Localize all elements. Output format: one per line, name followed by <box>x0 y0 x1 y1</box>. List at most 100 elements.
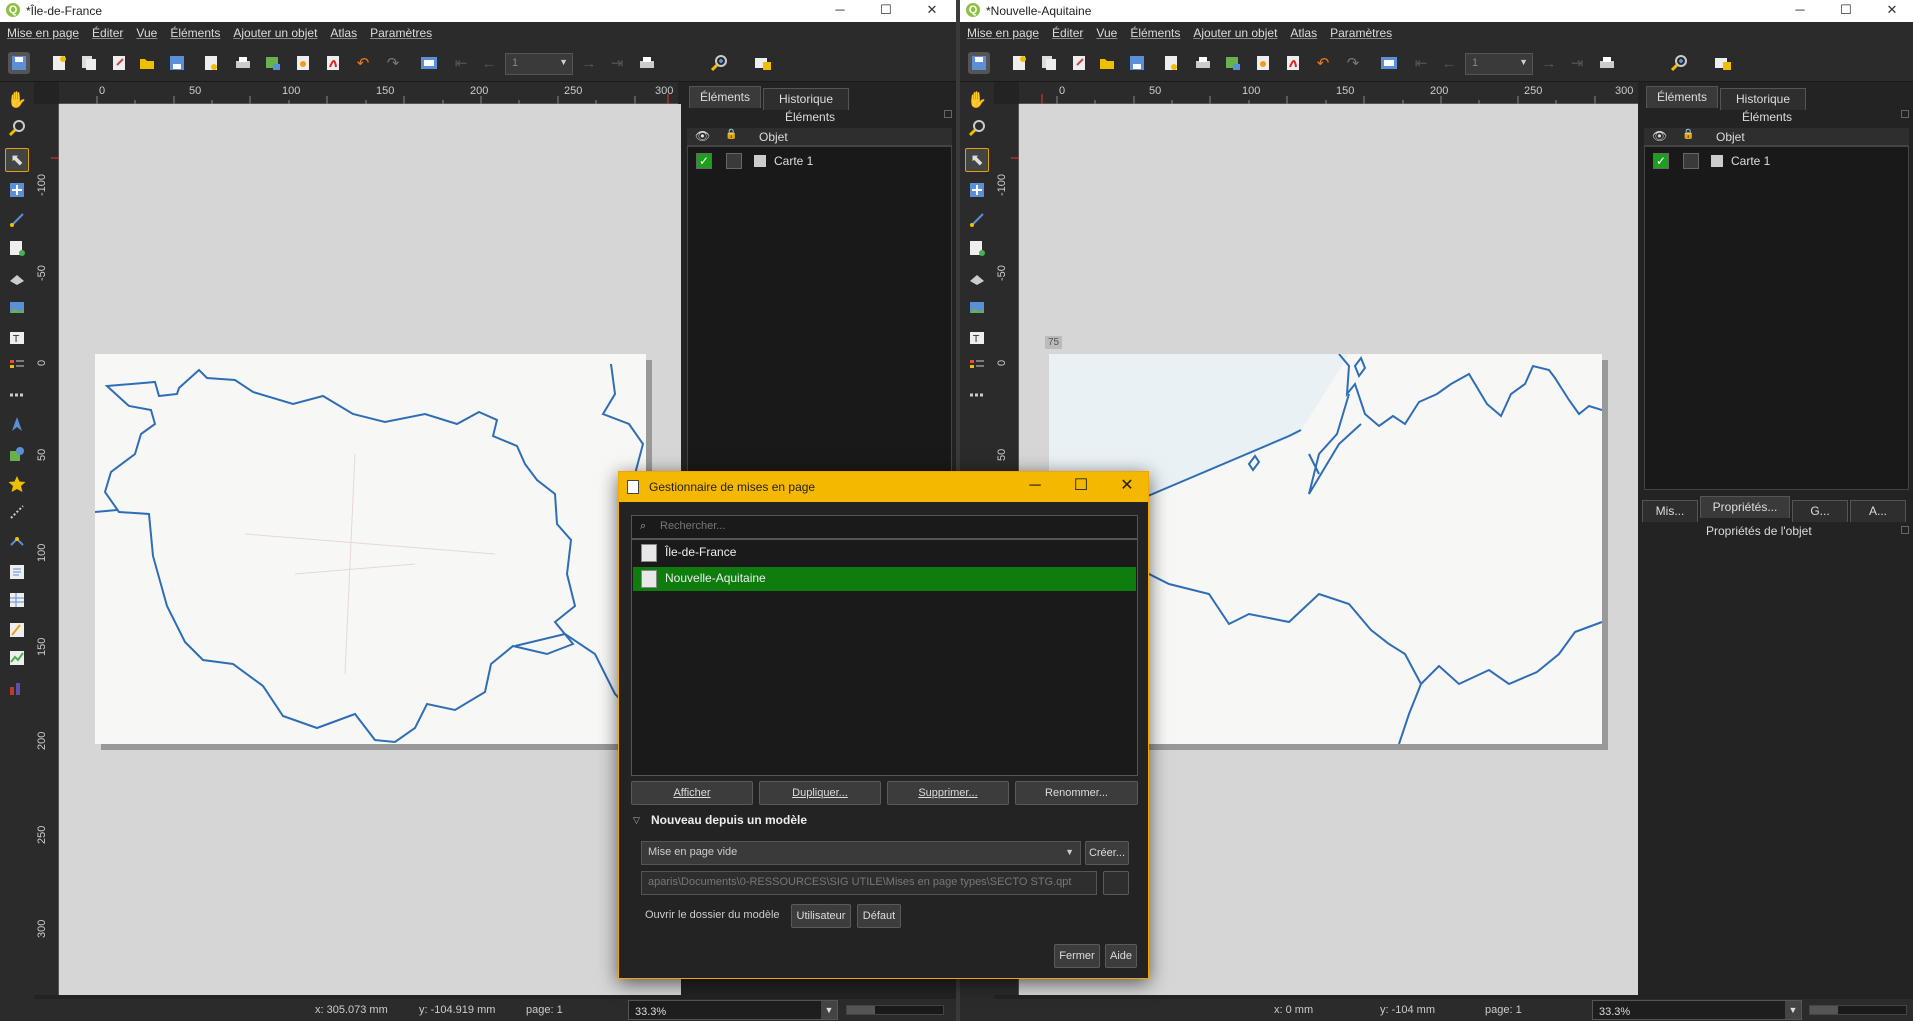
zoom-select[interactable]: 33.3% ▼ <box>1592 1000 1802 1020</box>
default-folder-button[interactable]: Défaut <box>857 904 901 928</box>
save-icon[interactable] <box>8 52 30 74</box>
open-template-icon[interactable] <box>1096 52 1118 74</box>
new-layout-icon[interactable] <box>48 52 70 74</box>
add-scalebar-icon[interactable] <box>5 382 29 406</box>
duplicate-layout-icon[interactable] <box>78 52 100 74</box>
menu-vue[interactable]: Vue <box>129 22 163 40</box>
redo-icon[interactable]: ↷ <box>382 52 404 74</box>
tab-proprietes[interactable]: Propriétés... <box>1700 496 1790 518</box>
undo-icon[interactable]: ↶ <box>352 52 374 74</box>
add-map-icon[interactable] <box>5 236 29 260</box>
user-folder-button[interactable]: Utilisateur <box>791 904 851 928</box>
help-button[interactable]: Aide <box>1105 944 1137 968</box>
menu-atlas[interactable]: Atlas <box>323 22 363 40</box>
select-move-icon[interactable]: ⬉ <box>965 148 989 172</box>
add-elevation-profile-icon[interactable] <box>5 646 29 670</box>
menu-elements[interactable]: Éléments <box>163 22 226 40</box>
next-feature-icon[interactable]: → <box>1538 52 1560 74</box>
show-button[interactable]: Afficher <box>631 781 753 805</box>
new-page-icon[interactable] <box>1160 52 1182 74</box>
layouts-list[interactable]: Île-de-France Nouvelle-Aquitaine <box>631 539 1138 776</box>
add-picture-icon[interactable] <box>5 296 29 320</box>
visibility-checkbox[interactable]: ✓ <box>696 153 712 169</box>
zoom-tool-icon[interactable] <box>5 116 29 140</box>
zoom-slider[interactable] <box>846 1005 944 1015</box>
layout-item-nouvelle-aquitaine[interactable]: Nouvelle-Aquitaine <box>633 567 1136 591</box>
add-legend-icon[interactable] <box>5 354 29 378</box>
menu-ajouter-objet[interactable]: Ajouter un objet <box>226 22 323 40</box>
items-tree[interactable]: ✓ Carte 1 <box>1644 146 1909 490</box>
visibility-checkbox[interactable]: ✓ <box>1653 153 1669 169</box>
panel-float-icon[interactable] <box>944 110 952 118</box>
add-picture-icon[interactable] <box>965 296 989 320</box>
minimize-button[interactable]: ─ <box>1778 0 1822 22</box>
tab-guides[interactable]: G... <box>1792 500 1848 522</box>
add-shape-icon[interactable] <box>5 442 29 466</box>
export-pdf-icon[interactable] <box>1282 52 1304 74</box>
print-icon[interactable] <box>1192 52 1214 74</box>
close-button[interactable]: ✕ <box>910 0 954 22</box>
save-template-icon[interactable] <box>166 52 188 74</box>
open-template-icon[interactable] <box>136 52 158 74</box>
collapse-arrow-icon[interactable]: ▽ <box>633 815 640 826</box>
duplicate-layout-icon[interactable] <box>1038 52 1060 74</box>
lock-checkbox[interactable] <box>1683 153 1699 169</box>
maximize-button[interactable]: ☐ <box>1824 0 1868 22</box>
add-3d-map-icon[interactable] <box>5 266 29 290</box>
add-scalebar-icon[interactable] <box>965 382 989 406</box>
redo-icon[interactable]: ↷ <box>1342 52 1364 74</box>
panel-float-icon[interactable] <box>1901 526 1909 534</box>
lock-items-icon[interactable] <box>1712 52 1734 74</box>
close-button[interactable]: ✕ <box>1870 0 1913 22</box>
edit-nodes-icon[interactable] <box>5 208 29 232</box>
print-atlas-icon[interactable] <box>636 52 658 74</box>
layout-item-ile-de-france[interactable]: Île-de-France <box>633 541 1136 565</box>
layout-manager-icon[interactable] <box>1068 52 1090 74</box>
lock-items-icon[interactable] <box>752 52 774 74</box>
tab-atlas[interactable]: A... <box>1850 500 1906 522</box>
panel-float-icon[interactable] <box>1901 110 1909 118</box>
tab-elements[interactable]: Éléments <box>689 86 761 108</box>
add-label-icon[interactable]: T <box>5 326 29 350</box>
menu-editer[interactable]: Éditer <box>85 22 129 40</box>
previous-feature-icon[interactable]: ← <box>1438 52 1460 74</box>
tab-elements[interactable]: Éléments <box>1646 86 1718 108</box>
search-input[interactable]: ⌕ Rechercher... <box>631 515 1138 539</box>
add-map-icon[interactable] <box>965 236 989 260</box>
layout-canvas[interactable] <box>59 104 681 995</box>
map-item-ile-de-france[interactable] <box>95 354 646 744</box>
save-icon[interactable] <box>968 52 990 74</box>
menu-vue[interactable]: Vue <box>1089 22 1123 40</box>
atlas-page-select[interactable]: 1 ▼ <box>1465 53 1533 75</box>
select-move-icon[interactable]: ⬉ <box>5 148 29 172</box>
add-chart-icon[interactable] <box>5 676 29 700</box>
menu-mise-en-page[interactable]: Mise en page <box>960 22 1045 40</box>
export-svg-icon[interactable] <box>1252 52 1274 74</box>
zoom-in-icon[interactable] <box>708 52 730 74</box>
duplicate-button[interactable]: Dupliquer... <box>759 781 881 805</box>
first-feature-icon[interactable]: ⇤ <box>1410 52 1432 74</box>
create-button[interactable]: Créer... <box>1085 841 1129 865</box>
menu-ajouter-objet[interactable]: Ajouter un objet <box>1186 22 1283 40</box>
print-icon[interactable] <box>232 52 254 74</box>
maximize-button[interactable]: ☐ <box>864 0 908 22</box>
layout-manager-icon[interactable] <box>108 52 130 74</box>
add-marker-icon[interactable] <box>5 472 29 496</box>
list-item[interactable]: ✓ Carte 1 <box>1645 151 1908 171</box>
add-table-icon[interactable] <box>5 588 29 612</box>
undo-icon[interactable]: ↶ <box>1312 52 1334 74</box>
pan-hand-icon[interactable]: ✋ <box>965 88 989 112</box>
add-3d-map-icon[interactable] <box>965 266 989 290</box>
tab-mise-en-page[interactable]: Mis... <box>1642 500 1698 522</box>
zoom-tool-icon[interactable] <box>965 116 989 140</box>
maximize-button[interactable]: ☐ <box>1059 472 1103 502</box>
rename-button[interactable]: Renommer... <box>1015 781 1138 805</box>
save-template-icon[interactable] <box>1126 52 1148 74</box>
lock-checkbox[interactable] <box>726 153 742 169</box>
print-atlas-icon[interactable] <box>1596 52 1618 74</box>
template-path-field[interactable]: aparis\Documents\0-RESSOURCES\SIG UTILE\… <box>641 871 1097 895</box>
move-content-icon[interactable] <box>5 178 29 202</box>
browse-button[interactable] <box>1103 871 1129 895</box>
menu-editer[interactable]: Éditer <box>1045 22 1089 40</box>
export-image-icon[interactable] <box>1222 52 1244 74</box>
